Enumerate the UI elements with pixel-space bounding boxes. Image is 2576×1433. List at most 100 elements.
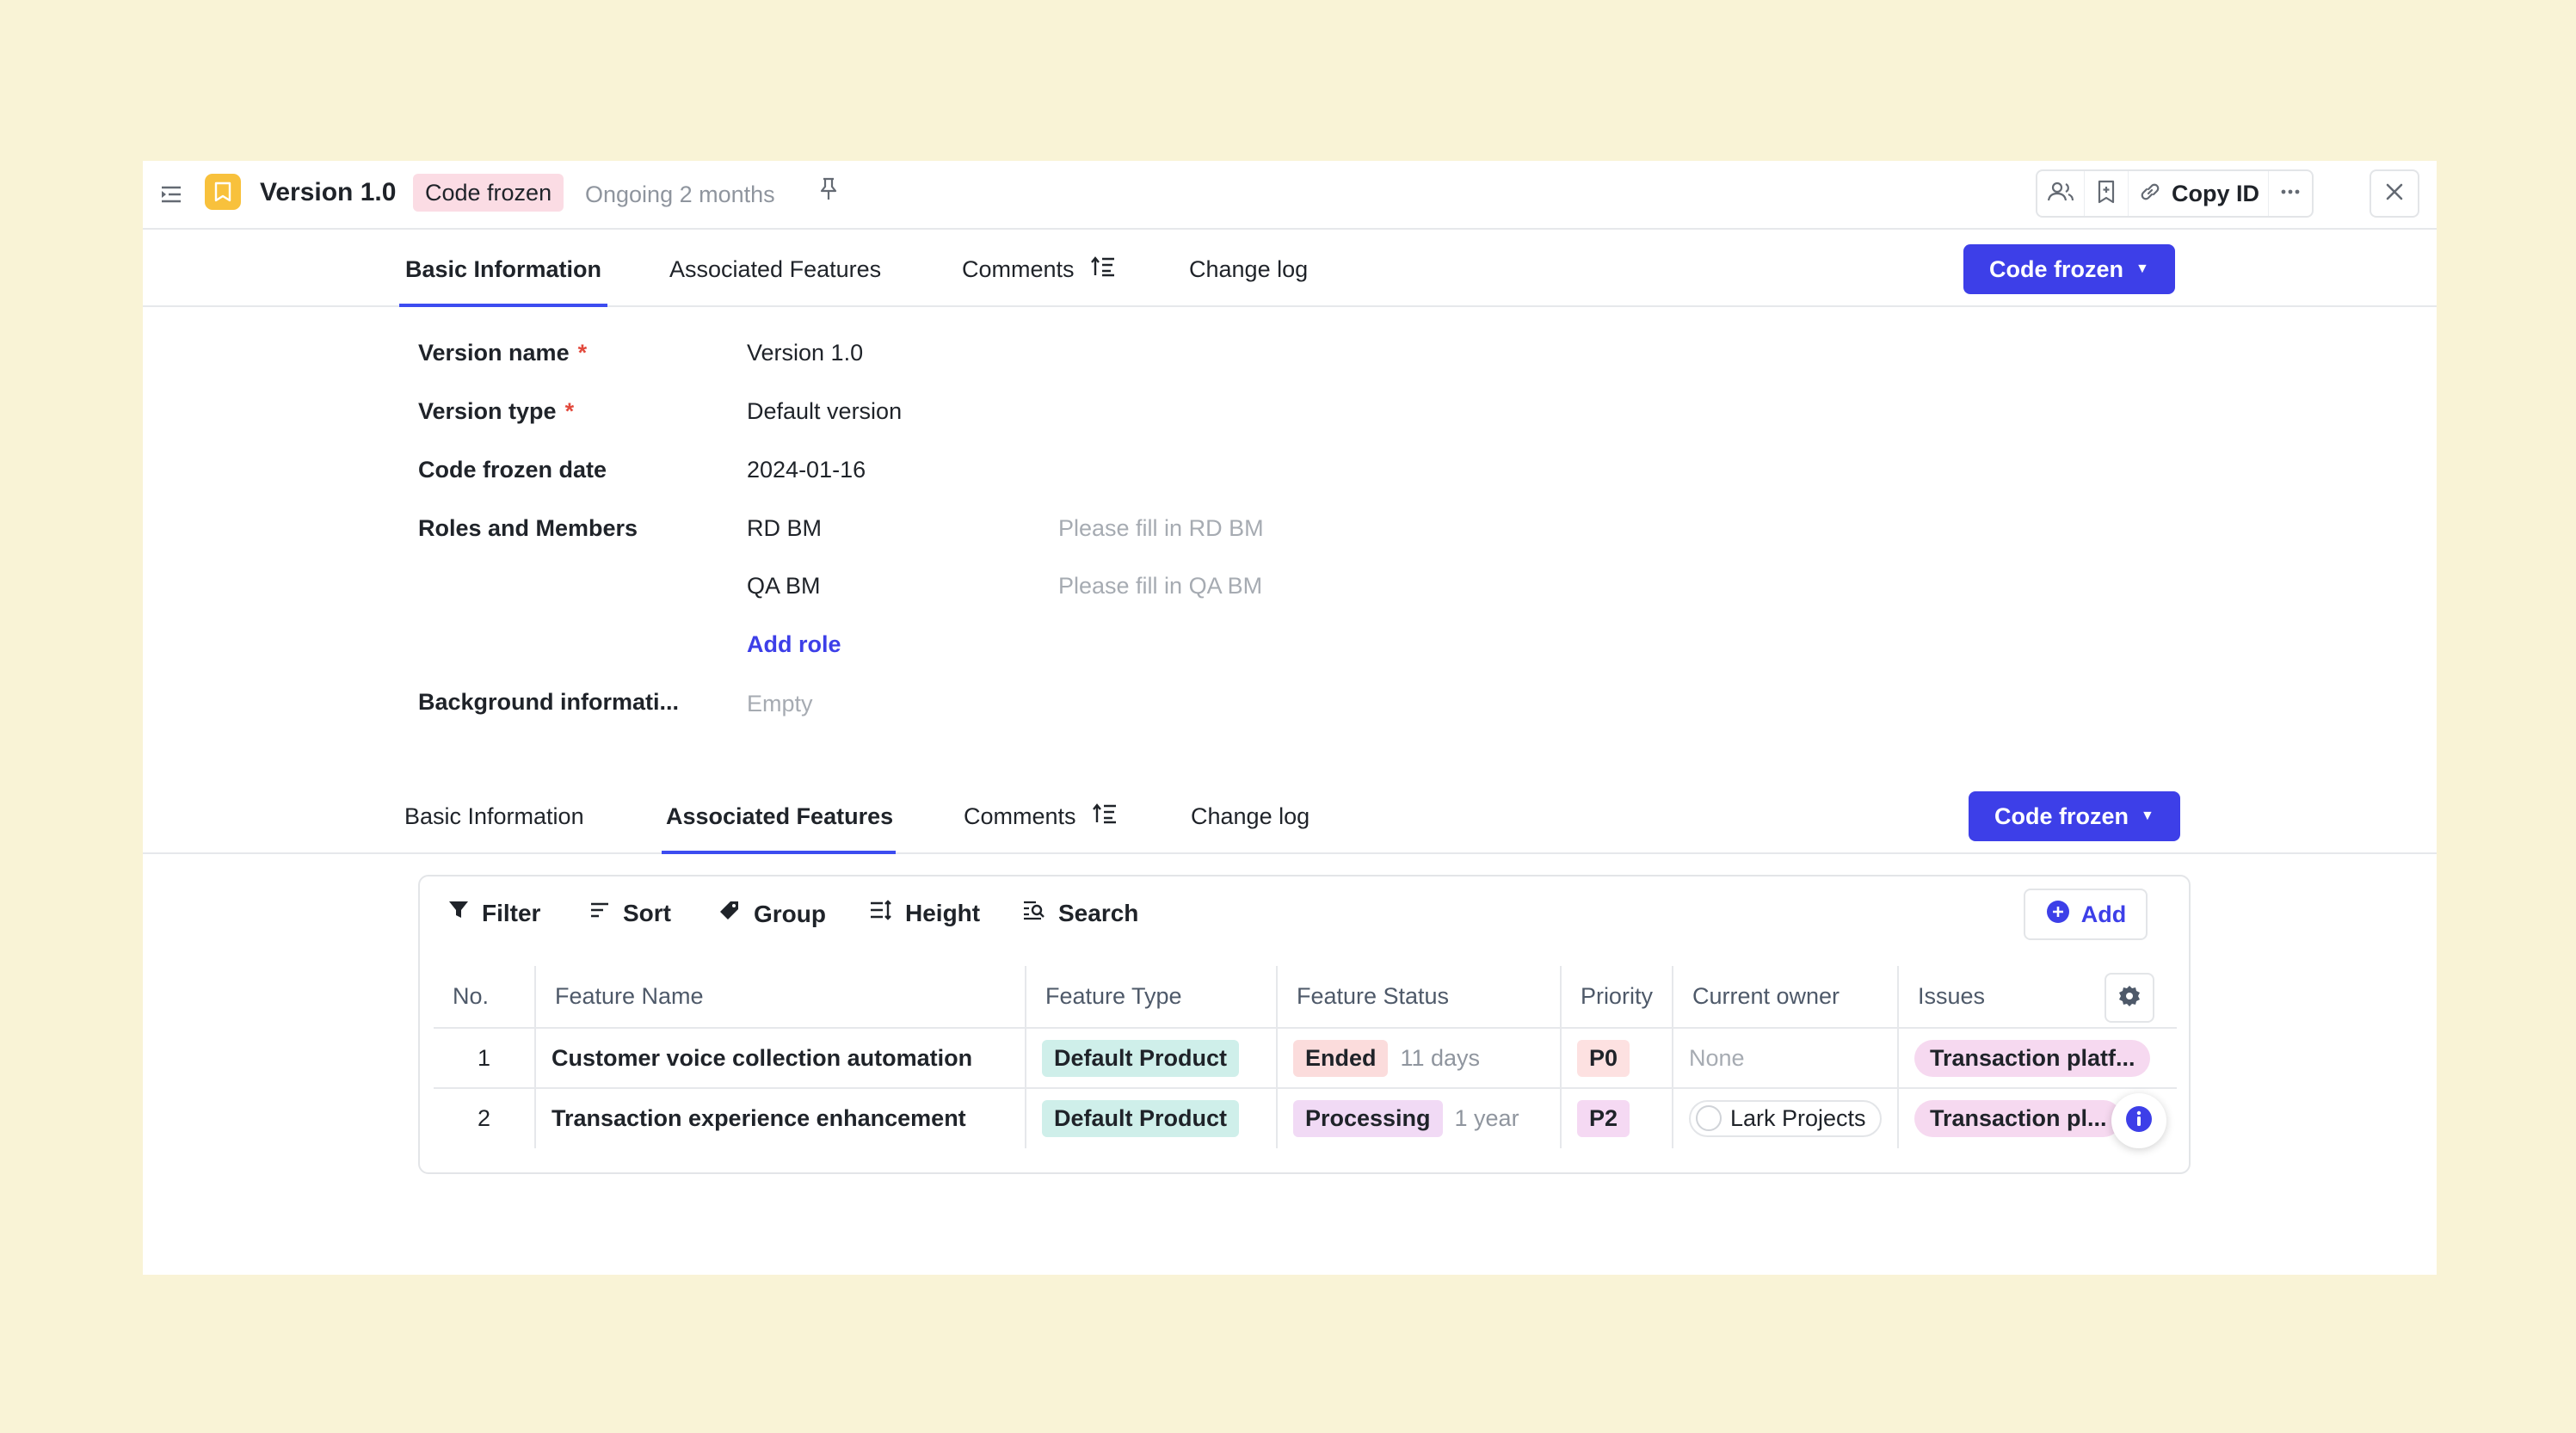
panel-header: Version 1.0 Code frozen Ongoing 2 months bbox=[143, 161, 2437, 230]
height-button[interactable]: Height bbox=[869, 899, 980, 927]
info-icon bbox=[2125, 1105, 2153, 1137]
info-button[interactable] bbox=[2111, 1093, 2166, 1148]
copy-id-button[interactable]: Copy ID bbox=[2128, 171, 2268, 216]
row-number: 1 bbox=[434, 1028, 535, 1089]
code-frozen-date-value[interactable]: 2024-01-16 bbox=[747, 457, 866, 483]
priority-cell[interactable]: P2 bbox=[1559, 1088, 1673, 1148]
close-button[interactable] bbox=[2370, 169, 2419, 218]
tag-icon bbox=[718, 899, 742, 929]
copy-id-label: Copy ID bbox=[2172, 180, 2260, 206]
version-type-value[interactable]: Default version bbox=[747, 398, 902, 425]
table-settings-button[interactable] bbox=[2105, 973, 2154, 1023]
link-icon bbox=[2137, 179, 2163, 209]
status-badge: Code frozen bbox=[413, 174, 564, 212]
issue-chip: Transaction pl... bbox=[1914, 1100, 2123, 1137]
pin-icon[interactable] bbox=[817, 176, 840, 202]
sort-order-icon bbox=[1090, 255, 1116, 285]
collapse-sidebar-icon[interactable] bbox=[158, 181, 184, 207]
tab-bar-bottom: Basic Information Associated Features Co… bbox=[143, 778, 2437, 854]
bookmark-button[interactable] bbox=[2084, 171, 2128, 216]
tab-bar-top: Basic Information Associated Features Co… bbox=[143, 231, 2437, 307]
feature-type-chip: Default Product bbox=[1041, 1039, 1239, 1077]
bookmark-icon bbox=[2093, 179, 2119, 209]
active-tab-indicator-2 bbox=[662, 851, 896, 854]
group-button[interactable]: Group bbox=[718, 899, 826, 929]
column-header-feature-name[interactable]: Feature Name bbox=[533, 966, 1026, 1029]
avatar bbox=[1695, 1105, 1722, 1132]
sort-button[interactable]: Sort bbox=[589, 899, 671, 927]
status-chip: Ended bbox=[1292, 1039, 1389, 1077]
tab-change-log[interactable]: Change log bbox=[1189, 231, 1308, 307]
tab-comments[interactable]: Comments bbox=[962, 231, 1116, 307]
caret-down-icon: ▼ bbox=[2141, 809, 2154, 823]
issue-chip: Transaction platf... bbox=[1914, 1039, 2151, 1077]
tab-comments-2[interactable]: Comments bbox=[964, 778, 1118, 854]
column-header-feature-status[interactable]: Feature Status bbox=[1275, 966, 1561, 1029]
sort-icon bbox=[589, 899, 611, 927]
priority-chip: P2 bbox=[1576, 1100, 1630, 1137]
search-icon bbox=[1022, 899, 1046, 927]
tab-associated-features-2[interactable]: Associated Features bbox=[666, 778, 893, 854]
table-row[interactable]: 1 Customer voice collection automation D… bbox=[434, 1028, 2177, 1089]
owner-chip[interactable]: Lark Projects bbox=[1688, 1099, 1882, 1137]
page-title: Version 1.0 bbox=[260, 178, 397, 206]
owner-empty: None bbox=[1688, 1044, 1745, 1071]
feature-status-cell[interactable]: Processing 1 year bbox=[1275, 1088, 1561, 1148]
tab-basic-information[interactable]: Basic Information bbox=[405, 231, 601, 307]
feature-type-cell[interactable]: Default Product bbox=[1024, 1088, 1277, 1148]
role-qa-bm: QA BM bbox=[747, 573, 821, 599]
more-button[interactable] bbox=[2268, 171, 2312, 216]
column-header-feature-type[interactable]: Feature Type bbox=[1024, 966, 1277, 1029]
feature-name[interactable]: Transaction experience enhancement bbox=[533, 1088, 1026, 1148]
version-name-value[interactable]: Version 1.0 bbox=[747, 340, 863, 366]
owner-cell[interactable]: Lark Projects bbox=[1671, 1088, 1898, 1148]
ongoing-duration: Ongoing 2 months bbox=[585, 181, 775, 207]
status-dropdown-button[interactable]: Code frozen ▼ bbox=[1963, 244, 2175, 294]
search-button[interactable]: Search bbox=[1022, 899, 1138, 927]
members-button[interactable] bbox=[2037, 171, 2084, 216]
tab-associated-features[interactable]: Associated Features bbox=[669, 231, 881, 307]
status-duration: 11 days bbox=[1400, 1044, 1481, 1071]
column-header-priority[interactable]: Priority bbox=[1559, 966, 1673, 1029]
add-feature-button[interactable]: Add bbox=[2024, 889, 2148, 940]
features-table: No. Feature Name Feature Type Feature St… bbox=[434, 966, 2177, 1148]
roles-members-label: Roles and Members bbox=[418, 515, 638, 541]
sort-order-icon bbox=[1092, 802, 1118, 832]
active-tab-indicator bbox=[399, 304, 607, 307]
row-number: 2 bbox=[477, 1105, 490, 1131]
feature-type-cell[interactable]: Default Product bbox=[1024, 1028, 1277, 1089]
page-background: Version 1.0 Code frozen Ongoing 2 months bbox=[0, 0, 2576, 1433]
filter-icon bbox=[447, 899, 470, 927]
add-role-link[interactable]: Add role bbox=[747, 631, 841, 658]
tab-change-log-2[interactable]: Change log bbox=[1191, 778, 1310, 854]
feature-name[interactable]: Customer voice collection automation bbox=[533, 1028, 1026, 1089]
version-detail-panel: Version 1.0 Code frozen Ongoing 2 months bbox=[143, 161, 2437, 1275]
row-height-icon bbox=[869, 899, 893, 927]
header-action-group: Copy ID bbox=[2036, 169, 2314, 218]
column-header-no[interactable]: No. bbox=[434, 966, 535, 1029]
code-frozen-date-label: Code frozen date bbox=[418, 457, 607, 483]
features-table-card: Filter Sort Group Height Search Add No. … bbox=[418, 875, 2191, 1174]
feature-type-chip: Default Product bbox=[1041, 1100, 1239, 1137]
qa-bm-field[interactable]: Please fill in QA BM bbox=[1058, 573, 1262, 600]
gear-icon bbox=[2117, 983, 2142, 1013]
background-information-field[interactable]: Empty bbox=[747, 691, 813, 717]
feature-status-cell[interactable]: Ended 11 days bbox=[1275, 1028, 1561, 1089]
column-header-current-owner[interactable]: Current owner bbox=[1671, 966, 1898, 1029]
version-type-label: Version type * bbox=[418, 398, 575, 424]
status-chip: Processing bbox=[1292, 1100, 1443, 1137]
table-row[interactable]: 2 Transaction experience enhancement Def… bbox=[434, 1088, 2177, 1148]
rd-bm-field[interactable]: Please fill in RD BM bbox=[1058, 515, 1264, 542]
more-icon bbox=[2277, 179, 2303, 209]
priority-chip: P0 bbox=[1576, 1039, 1630, 1077]
filter-button[interactable]: Filter bbox=[447, 899, 540, 927]
priority-cell[interactable]: P0 bbox=[1559, 1028, 1673, 1089]
close-icon bbox=[2383, 181, 2406, 207]
status-dropdown-button-2[interactable]: Code frozen ▼ bbox=[1969, 791, 2180, 841]
caret-down-icon: ▼ bbox=[2135, 261, 2149, 276]
status-duration: 1 year bbox=[1454, 1105, 1519, 1131]
owner-cell[interactable]: None bbox=[1671, 1028, 1898, 1089]
issues-cell[interactable]: Transaction platf... bbox=[1896, 1028, 2177, 1089]
tab-basic-information-2[interactable]: Basic Information bbox=[404, 778, 584, 854]
version-bookmark-icon bbox=[205, 174, 241, 210]
